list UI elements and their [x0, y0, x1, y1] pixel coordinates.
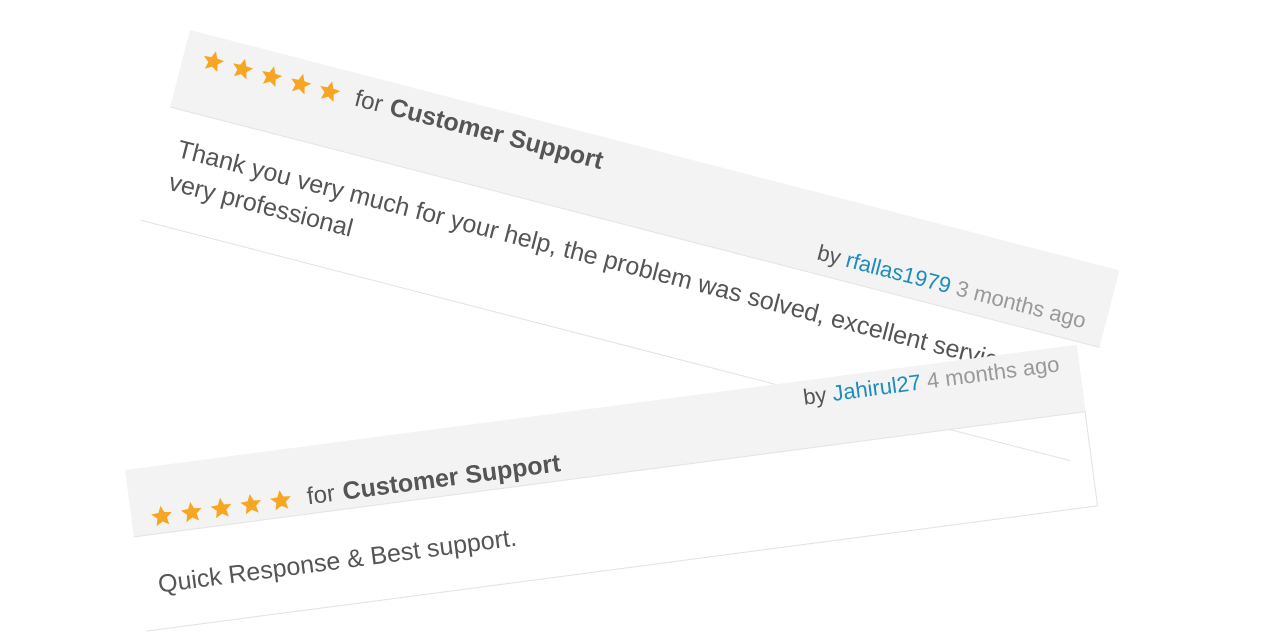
star-icon — [256, 61, 286, 91]
author-link[interactable]: Jahirul27 — [831, 369, 923, 405]
review-stage: for Customer Support by rfallas1979 3 mo… — [0, 0, 1280, 640]
star-icon — [148, 502, 176, 530]
review-card: by Jahirul27 4 months ago for Customer S… — [125, 344, 1099, 632]
star-icon — [198, 46, 228, 76]
for-label: for — [305, 479, 337, 510]
by-label: by — [814, 239, 844, 270]
star-icon — [237, 490, 265, 518]
for-label: for — [351, 84, 386, 118]
star-icon — [227, 54, 257, 84]
by-label: by — [801, 381, 828, 410]
star-icon — [267, 486, 295, 514]
product-name: Customer Support — [386, 93, 607, 176]
star-icon — [285, 69, 315, 99]
star-icon — [178, 498, 206, 526]
star-icon — [314, 76, 344, 106]
star-icon — [207, 494, 235, 522]
star-rating — [198, 46, 345, 107]
